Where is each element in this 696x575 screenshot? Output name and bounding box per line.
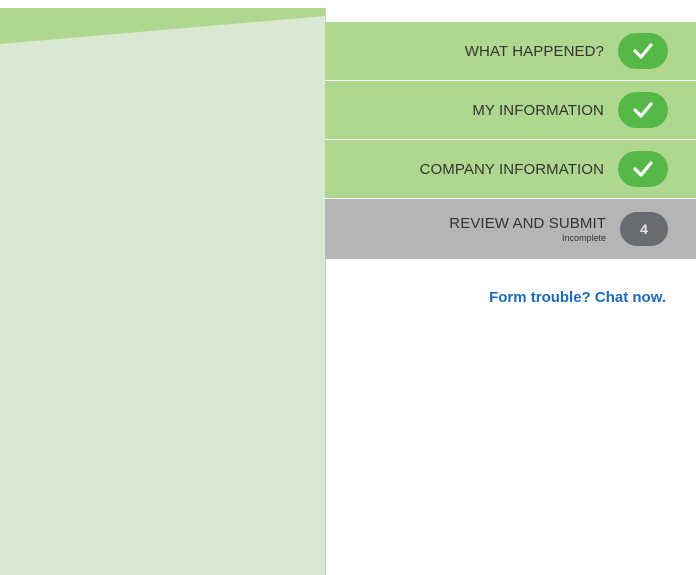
step-what-happened[interactable]: WHAT HAPPENED? <box>325 22 696 81</box>
step-label: MY INFORMATION <box>472 101 604 119</box>
progress-steps: WHAT HAPPENED? MY INFORMATION COMPANY IN… <box>325 22 696 259</box>
step-label: COMPANY INFORMATION <box>419 160 604 178</box>
step-status-text: Incomplete <box>561 233 606 243</box>
step-company-information[interactable]: COMPANY INFORMATION <box>325 140 696 199</box>
step-number-badge: 4 <box>620 212 668 246</box>
step-my-information[interactable]: MY INFORMATION <box>325 81 696 140</box>
chat-now-link[interactable]: Form trouble? Chat now. <box>489 289 666 306</box>
step-review-and-submit[interactable]: REVIEW AND SUBMIT Incomplete 4 <box>325 199 696 259</box>
left-panel-accent-shape <box>0 8 325 44</box>
left-decorative-panel <box>0 8 326 575</box>
check-icon <box>618 33 668 69</box>
step-label: REVIEW AND SUBMIT <box>449 215 606 232</box>
check-icon <box>618 151 668 187</box>
step-label: WHAT HAPPENED? <box>464 42 604 60</box>
check-icon <box>618 92 668 128</box>
